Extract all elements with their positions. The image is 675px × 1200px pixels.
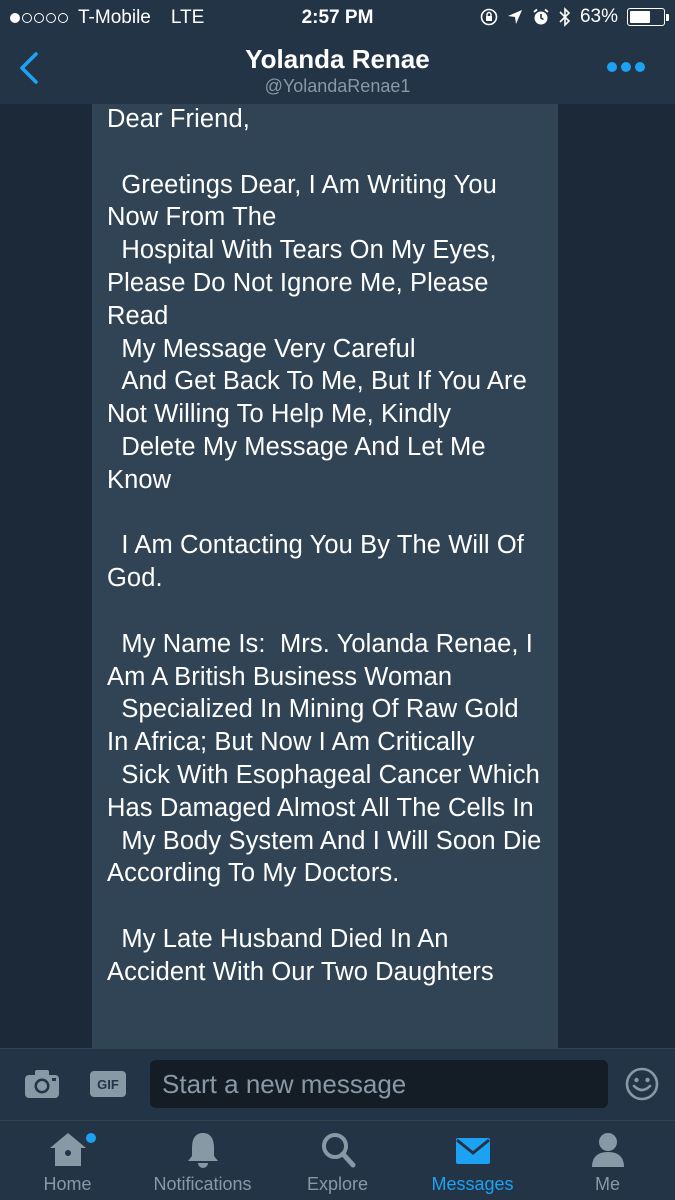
message-composer: GIF [0, 1048, 675, 1120]
tab-me[interactable]: Me [540, 1121, 675, 1200]
message-text: Dear Friend, Greetings Dear, I Am Writin… [107, 105, 542, 986]
bluetooth-icon [559, 7, 571, 27]
message-input[interactable] [150, 1060, 608, 1108]
carrier-name: T-Mobile [78, 7, 151, 28]
envelope-icon [455, 1138, 490, 1164]
tab-explore[interactable]: Explore [270, 1121, 405, 1200]
tab-label: Me [594, 1174, 620, 1194]
conversation-handle[interactable]: @YolandaRenae1 [0, 76, 675, 97]
status-right: 63% [480, 6, 669, 28]
rotation-lock-icon [480, 8, 498, 26]
smiley-icon [625, 1067, 659, 1101]
tab-label: Home [43, 1174, 92, 1194]
person-icon [591, 1133, 624, 1167]
home-icon [49, 1133, 86, 1166]
location-arrow-icon [507, 10, 522, 24]
more-options-icon[interactable] [607, 62, 645, 72]
alarm-icon [533, 8, 549, 25]
gif-button[interactable]: GIF [90, 1071, 126, 1097]
notification-dot [86, 1133, 96, 1143]
tab-label: Explore [306, 1174, 369, 1194]
camera-button[interactable] [24, 1069, 60, 1099]
conversation-header: Yolanda Renae @YolandaRenae1 [0, 36, 675, 104]
camera-icon [25, 1070, 59, 1098]
message-thread[interactable]: Dear Friend, Greetings Dear, I Am Writin… [0, 104, 675, 1048]
tab-bar: Home Notifications Explore Messages Me [0, 1120, 675, 1200]
tab-label: Notifications [153, 1174, 252, 1194]
tab-home[interactable]: Home [0, 1121, 135, 1200]
signal-strength-icon [10, 13, 68, 23]
bell-icon [187, 1133, 218, 1168]
status-left: T-Mobile LTE [10, 7, 204, 29]
emoji-button[interactable] [625, 1067, 659, 1101]
battery-icon [627, 8, 669, 26]
conversation-title[interactable]: Yolanda Renae [0, 44, 675, 75]
status-bar: T-Mobile LTE 2:57 PM 63% [0, 0, 675, 36]
network-type: LTE [170, 7, 205, 28]
tab-label: Messages [431, 1174, 514, 1194]
search-icon [321, 1133, 355, 1168]
tab-messages[interactable]: Messages [405, 1121, 540, 1200]
battery-percent: 63% [579, 6, 618, 27]
tab-notifications[interactable]: Notifications [135, 1121, 270, 1200]
message-bubble[interactable]: Dear Friend, Greetings Dear, I Am Writin… [92, 104, 558, 1048]
battery-level [630, 11, 651, 23]
